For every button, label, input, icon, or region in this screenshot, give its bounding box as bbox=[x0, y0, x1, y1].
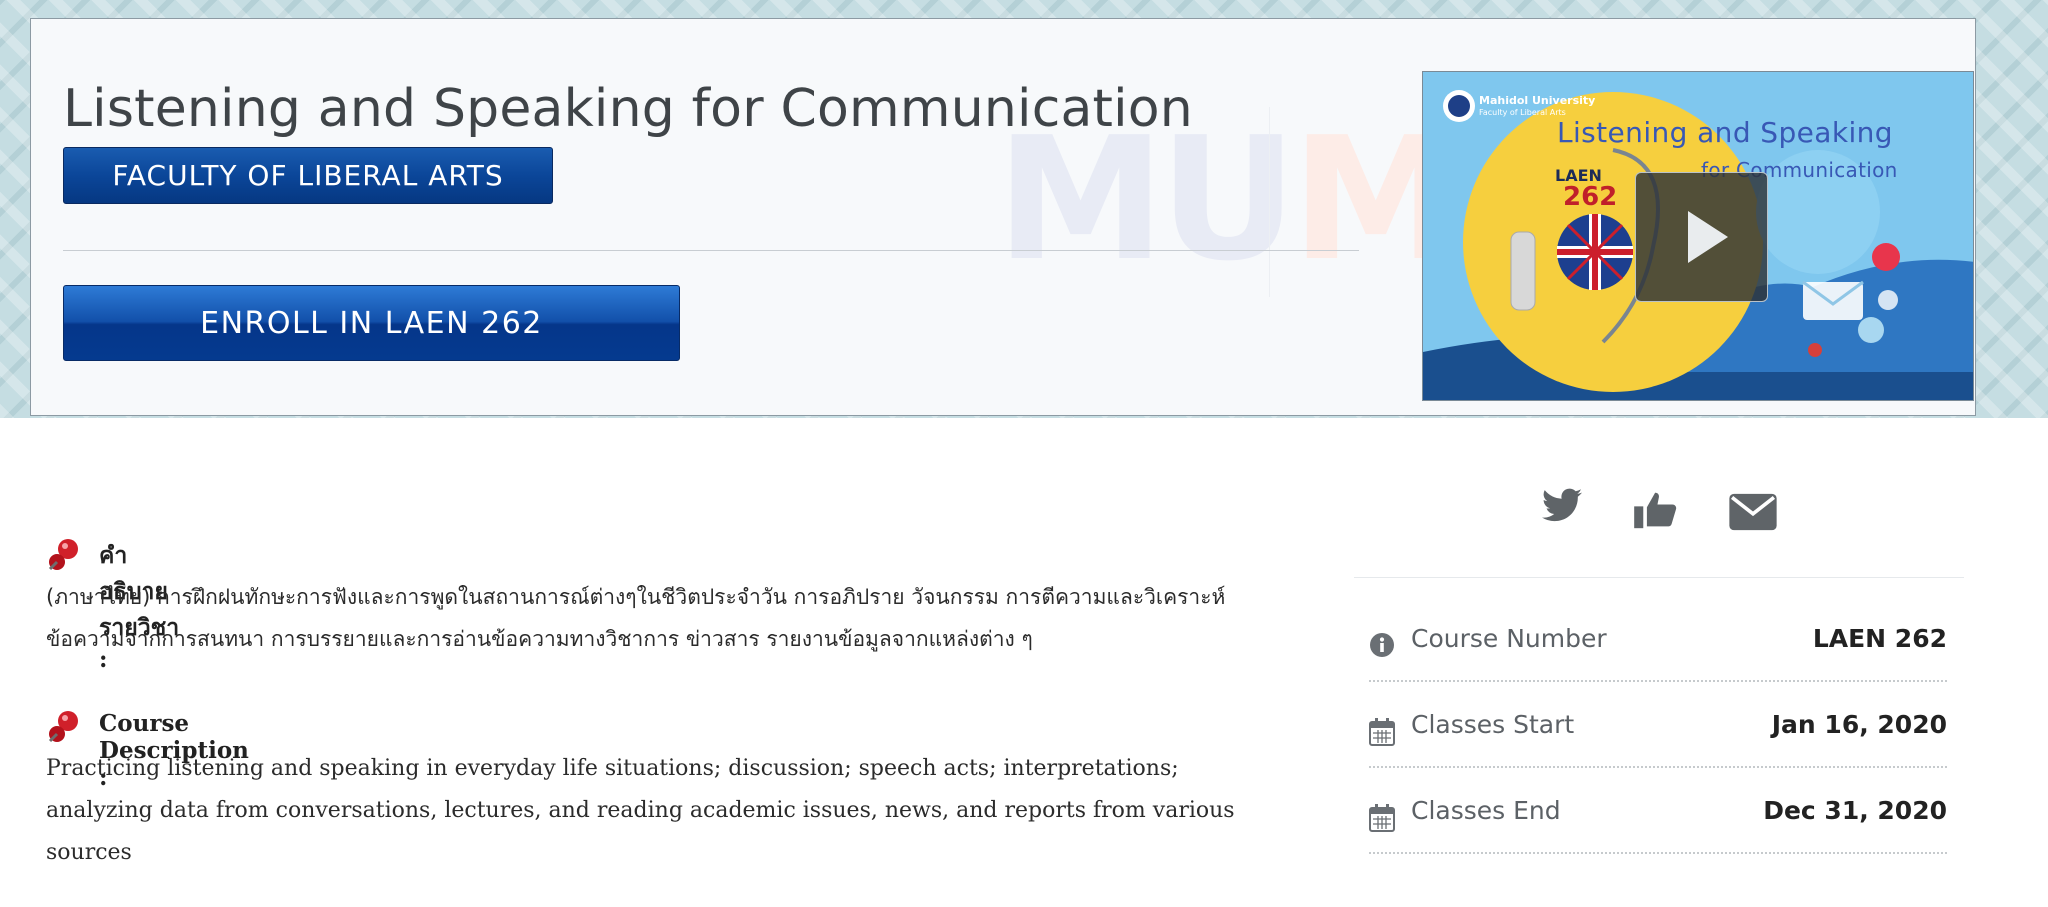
pushpin-icon bbox=[48, 711, 78, 743]
share-like[interactable] bbox=[1634, 490, 1678, 530]
watermark-divider bbox=[1269, 107, 1270, 297]
classes-end-label: Classes End bbox=[1411, 796, 1561, 825]
info-icon bbox=[1370, 633, 1394, 657]
video-faculty: Faculty of Liberal Arts bbox=[1479, 108, 1566, 117]
course-number-row: Course Number LAEN 262 bbox=[1369, 596, 1947, 682]
twitter-icon[interactable] bbox=[1540, 488, 1584, 528]
sidebar-divider bbox=[1354, 577, 1964, 578]
video-course-number: 262 bbox=[1563, 182, 1618, 212]
classes-end-row: Classes End Dec 31, 2020 bbox=[1369, 768, 1947, 854]
envelope-icon[interactable] bbox=[1729, 492, 1777, 532]
course-number-value: LAEN 262 bbox=[1812, 624, 1947, 653]
course-number-label: Course Number bbox=[1411, 624, 1607, 653]
course-hero: MUM Listening and Speaking for Communica… bbox=[30, 18, 1976, 416]
english-text: Practicing listening and speaking in eve… bbox=[46, 756, 1235, 865]
classes-start-value: Jan 16, 2020 bbox=[1771, 710, 1947, 739]
thumbs-up-icon[interactable] bbox=[1634, 490, 1678, 530]
share-twitter[interactable] bbox=[1540, 488, 1584, 528]
share-email[interactable] bbox=[1729, 492, 1777, 532]
classes-end-value: Dec 31, 2020 bbox=[1763, 796, 1947, 825]
course-video[interactable]: Mahidol University Faculty of Liberal Ar… bbox=[1422, 71, 1974, 401]
course-title: Listening and Speaking for Communication bbox=[63, 79, 1193, 139]
classes-start-label: Classes Start bbox=[1411, 710, 1575, 739]
video-university: Mahidol University bbox=[1479, 94, 1596, 107]
play-icon[interactable] bbox=[1635, 172, 1768, 302]
hero-divider bbox=[63, 250, 1359, 251]
enroll-button[interactable]: ENROLL IN LAEN 262 bbox=[63, 285, 680, 361]
classes-start-row: Classes Start Jan 16, 2020 bbox=[1369, 682, 1947, 768]
watermark-logo: MUM bbox=[996, 101, 1460, 299]
video-title-line1: Listening and Speaking bbox=[1557, 116, 1893, 149]
thai-text: (ภาษาไทย) การฝึกฝนทักษะการฟังและการพูดใน… bbox=[46, 585, 1226, 651]
calendar-icon bbox=[1369, 804, 1395, 832]
organization-badge: FACULTY OF LIBERAL ARTS bbox=[63, 147, 553, 204]
calendar-icon bbox=[1369, 718, 1395, 746]
pushpin-icon bbox=[48, 539, 78, 571]
